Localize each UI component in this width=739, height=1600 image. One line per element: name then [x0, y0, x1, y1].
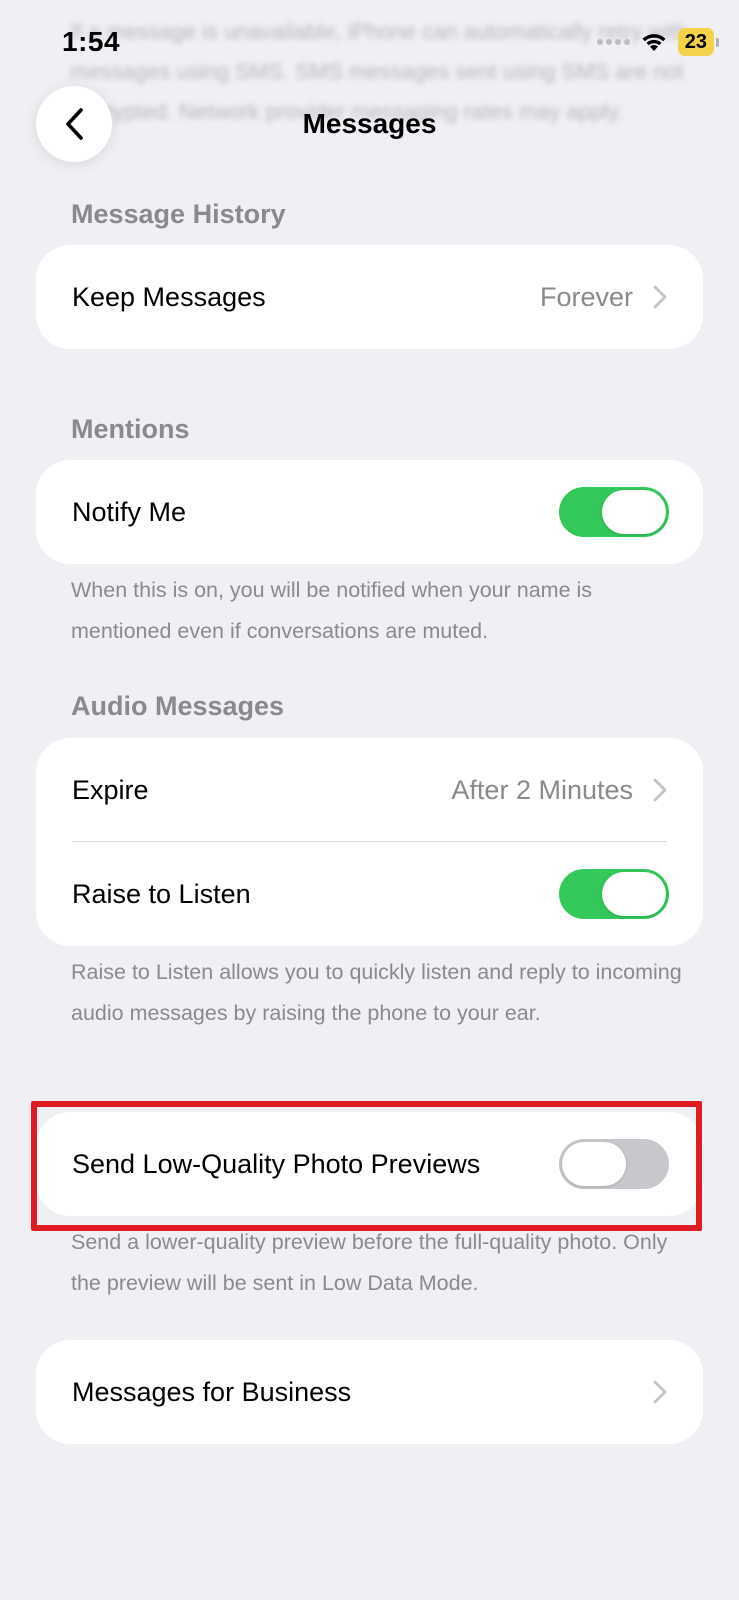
raise-to-listen-label: Raise to Listen [72, 878, 251, 909]
status-bar: 1:54 23 [0, 0, 739, 90]
photo-previews-footer: Send a lower-quality preview before the … [71, 1230, 668, 1295]
section-header-audio-messages: Audio Messages [71, 691, 285, 721]
keep-messages-value: Forever [539, 281, 633, 312]
notify-me-label: Notify Me [72, 496, 187, 527]
notify-me-row: Notify Me [36, 460, 703, 564]
business-card: Messages for Business [36, 1340, 703, 1444]
chevron-right-icon [653, 1380, 667, 1404]
keep-messages-label: Keep Messages [72, 281, 266, 312]
send-low-quality-toggle[interactable] [559, 1139, 669, 1189]
keep-messages-row[interactable]: Keep Messages Forever [36, 245, 703, 349]
page-title: Messages [302, 108, 437, 139]
battery-level: 23 [677, 28, 714, 56]
raise-to-listen-toggle[interactable] [559, 869, 669, 919]
mentions-footer: When this is on, you will be notified wh… [71, 578, 593, 643]
audio-messages-card: Expire After 2 Minutes Raise to Listen [36, 738, 703, 946]
message-history-card: Keep Messages Forever [36, 245, 703, 349]
messages-for-business-label: Messages for Business [72, 1376, 352, 1407]
raise-to-listen-row: Raise to Listen [36, 842, 703, 946]
chevron-right-icon [653, 285, 667, 309]
status-indicators: 23 [596, 28, 719, 56]
section-header-mentions: Mentions [71, 414, 190, 444]
expire-label: Expire [72, 774, 149, 805]
section-header-message-history: Message History [71, 199, 286, 229]
photo-previews-card: Send Low-Quality Photo Previews [36, 1112, 703, 1216]
battery-icon: 23 [677, 28, 719, 56]
chevron-right-icon [653, 778, 667, 802]
send-low-quality-row: Send Low-Quality Photo Previews [36, 1112, 703, 1216]
mentions-card: Notify Me [36, 460, 703, 564]
send-low-quality-label: Send Low-Quality Photo Previews [72, 1148, 481, 1179]
notify-me-toggle[interactable] [559, 487, 669, 537]
expire-value: After 2 Minutes [451, 774, 633, 805]
audio-messages-footer: Raise to Listen allows you to quickly li… [71, 960, 682, 1025]
messages-for-business-row[interactable]: Messages for Business [36, 1340, 703, 1444]
cellular-signal-icon [596, 39, 630, 45]
wifi-icon [642, 34, 666, 51]
status-time: 1:54 [62, 26, 121, 57]
expire-row[interactable]: Expire After 2 Minutes [36, 738, 703, 842]
